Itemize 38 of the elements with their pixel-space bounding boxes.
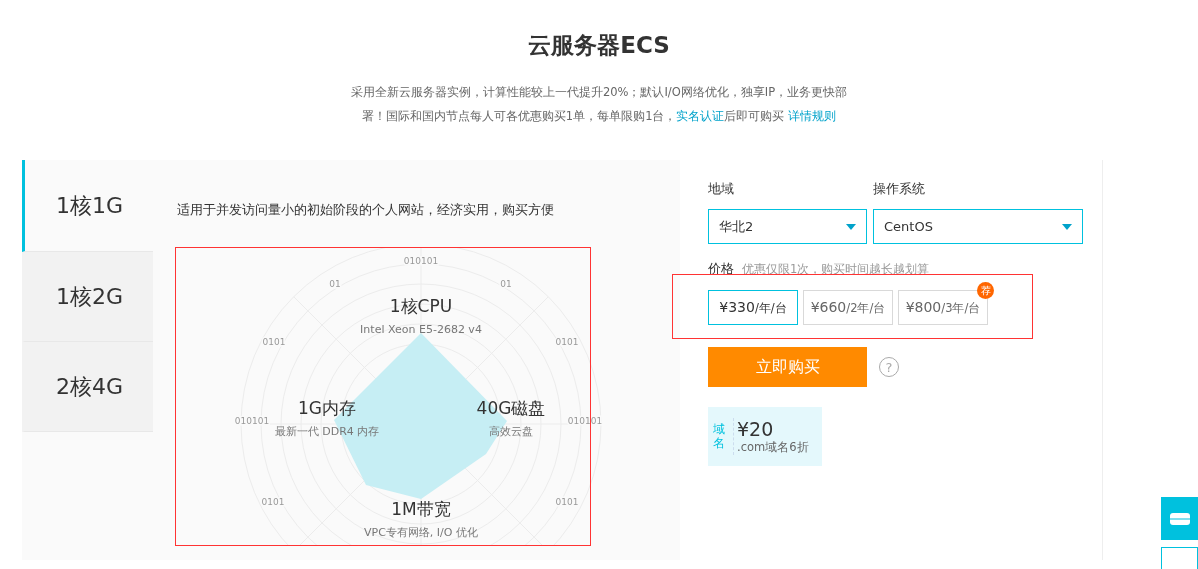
ring-label: 010101 — [403, 256, 439, 266]
ring-label: 01 — [500, 279, 512, 289]
intro-text: 采用全新云服务器实例，计算性能较上一代提升20%；默认I/O网络优化，独享IP，业务更快部署！国际和国内节点每人可各优惠购买1单，每单限购1台，实名认证后即可购买 详情规则 — [349, 84, 849, 125]
plan-description: 适用于并发访问量小的初始阶段的个人网站，经济实用，购买方便 — [177, 202, 555, 219]
ring-label: 01 — [329, 279, 341, 289]
plan-tab[interactable]: 2核4G — [22, 342, 153, 432]
float-button[interactable] — [1161, 497, 1198, 540]
price-label: 价格 — [708, 260, 734, 278]
spec-detail: Intel Xeon E5-2682 v4 — [360, 323, 482, 336]
server-icon — [1168, 510, 1191, 527]
price-option[interactable]: ¥330/年/台 — [708, 290, 798, 325]
coupon-tag: 域名 — [713, 423, 725, 450]
coupon-amount: ¥20 — [737, 418, 775, 440]
spec-detail: 高效云盘 — [489, 425, 533, 438]
region-select[interactable]: 华北2 — [708, 209, 867, 244]
spec-title: 1M带宽 — [391, 499, 451, 519]
ring-label: 0101 — [261, 497, 285, 507]
spec-title: 40G磁盘 — [476, 398, 546, 418]
os-select[interactable]: CentOS — [873, 209, 1083, 244]
coupon-text: .com域名6折 — [737, 440, 809, 455]
spec-title: 1G内存 — [298, 398, 356, 418]
spec-title: 1核CPU — [389, 296, 453, 316]
plan-tab[interactable]: 1核1G — [22, 160, 153, 252]
spec-detail: 最新一代 DDR4 内存 — [274, 425, 380, 438]
ring-label: 0101 — [555, 337, 579, 347]
scroll-top-button[interactable] — [1161, 547, 1198, 569]
caret-icon — [1062, 223, 1072, 230]
recommend-badge: 荐 — [977, 282, 994, 299]
caret-icon — [846, 223, 856, 230]
ring-label: 0101 — [262, 337, 286, 347]
ring-label: 0101 — [555, 497, 579, 507]
spec-detail: VPC专有网络, I/O 优化 — [364, 526, 478, 539]
os-label: 操作系统 — [873, 180, 926, 198]
page-title: 云服务器ECS — [527, 31, 671, 60]
region-label: 地域 — [708, 180, 735, 198]
price-option[interactable]: ¥660/2年/台 — [803, 290, 893, 325]
plan-tab[interactable]: 1核2G — [22, 252, 153, 342]
ring-label: 010101 — [234, 416, 270, 426]
